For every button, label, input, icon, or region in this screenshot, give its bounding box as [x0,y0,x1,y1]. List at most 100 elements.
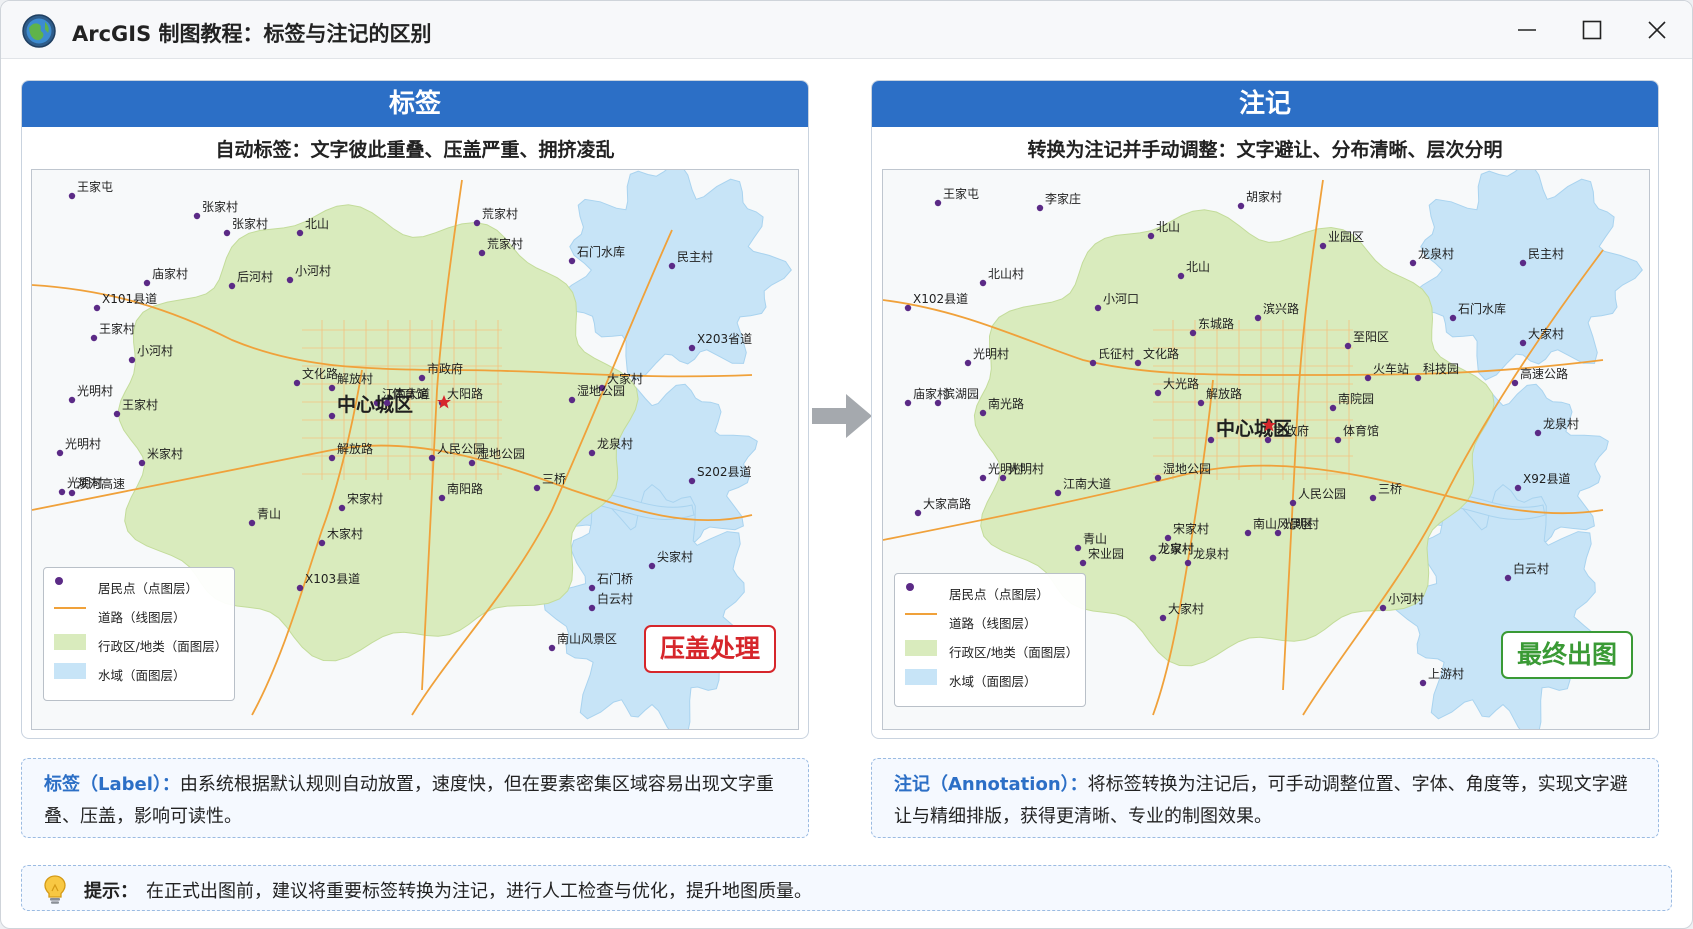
settlement-point [1154,389,1162,397]
map-label: 张家村 [232,216,268,231]
map-label: 龙泉村 [1543,417,1579,431]
map-label: 王家村 [99,321,135,336]
point-symbol-icon [906,583,914,591]
close-button[interactable] [1637,11,1677,49]
minimize-button[interactable] [1507,11,1547,49]
map-label: X103县道 [305,572,360,586]
map-label: 文化路 [302,366,338,381]
legend-label: 行政区/地类（面图层） [98,638,228,654]
settlement-point [979,279,987,287]
map-label: 南院园 [1338,391,1374,406]
map-label: 石门水库 [1458,301,1506,316]
map-label: 李家庄 [1045,191,1081,206]
label-map[interactable]: 王家屯 张家村 张家村 北山 小河村 后河村 庙家村 X101县道 王家村 小河村 王家村 光明村 光明… [31,169,799,730]
map-label: 庙家村 [152,266,188,281]
settlement-point [1244,529,1252,537]
legend-item: 水域（面图层） [54,663,186,685]
map-label: 南光路 [988,396,1024,411]
settlement-point [1164,534,1172,542]
annotation-description-head: 注记（Annotation）： [894,774,1088,795]
map-label: 光明村 [1008,462,1044,476]
label-description-head: 标签（Label）： [44,774,180,795]
legend-item: 行政区/地类（面图层） [905,640,1078,662]
map-label: 高速公路 [1520,366,1568,381]
legend-label: 道路（线图层） [949,615,1037,631]
settlement-point [418,374,426,382]
settlement-point [56,449,64,457]
label-panel-subtitle: 自动标签：文字彼此重叠、压盖严重、拥挤凌乱 [215,139,615,161]
map-label: 白云村 [1513,561,1549,576]
map-label: 石门水库 [577,244,625,259]
settlement-point [1189,329,1197,337]
map-label: 荒家村 [482,206,518,221]
settlement-point [93,304,101,312]
polygon-green-symbol-icon [905,640,937,656]
settlement-point [1449,314,1457,322]
settlement-point [1329,404,1337,412]
map-label: 文化路 [1143,346,1179,361]
settlement-point [1504,574,1512,582]
settlement-point [296,584,304,592]
map-label: 后河村 [237,270,273,284]
map-label: 滨兴路 [1263,301,1299,316]
annotation-panel-subtitle: 转换为注记并手动调整：文字避让、分布清晰、层次分明 [1027,139,1503,161]
map-label: 宋业园 [1088,546,1124,561]
settlement-point [914,509,922,517]
legend-item: 水域（面图层） [905,669,1037,691]
map-label: 光明村 [65,437,101,451]
map-label: 解放路 [1206,386,1242,401]
settlement-point [438,494,446,502]
map-label: 小河口 [1103,292,1139,306]
settlement-point [979,474,987,482]
settlement-point [1514,484,1522,492]
map-label: 体育馆 [392,386,428,401]
settlement-point [688,477,696,485]
settlement-point [1519,259,1527,267]
settlement-point [68,396,76,404]
polygon-blue-symbol-icon [54,663,86,679]
map-label: 龙泉村 [597,437,633,451]
maximize-button[interactable] [1572,11,1612,49]
settlement-point [964,359,972,367]
label-panel-header: 标签 [22,81,808,127]
map-label: 至阳区 [1353,330,1389,344]
map-label: 湿地公园 [1163,461,1211,476]
settlement-point [318,539,326,547]
settlement-point [1414,374,1422,382]
annotation-map[interactable]: 王家屯 李家庄 胡家村 北山 北山 北山村 X102县道 小河口 业园区 龙泉村 民主村 石门水库 大家… [882,169,1650,730]
settlement-point [1197,399,1205,407]
settlement-point [1154,474,1162,482]
settlement-point [193,212,201,220]
tip-label: 提示： [84,881,138,902]
map-label: 光明村 [973,347,1009,361]
settlement-point [548,644,556,652]
settlement-point [473,219,481,227]
legend-label: 水域（面图层） [98,667,186,683]
line-symbol-icon [905,613,937,615]
settlement-point [68,192,76,200]
map-label: 体育馆 [1343,423,1379,438]
title-bar: ArcGIS 制图教程：标签与注记的区别 [1,1,1692,59]
maximize-icon [1582,20,1602,40]
map-label: X203省道 [697,332,752,346]
map-label: 氏征村 [1098,347,1134,361]
map-label: 人民公园 [1298,487,1346,501]
map-label: 解放村 [337,371,373,386]
settlement-point [286,276,294,284]
settlement-point [1074,544,1082,552]
settlement-point [1089,359,1097,367]
settlement-point [478,249,486,257]
legend-label: 居民点（点图层） [949,586,1050,602]
settlement-point [1184,559,1192,567]
settlement-point [934,199,942,207]
settlement-point [58,488,66,496]
map-label: X101县道 [102,292,157,306]
settlement-point [979,409,987,417]
legend-item: 居民点（点图层） [54,576,198,598]
settlement-point [428,454,436,462]
map-label: 滨湖园 [943,386,979,401]
map-label: 小河村 [295,264,331,278]
map-label: 三桥 [1378,482,1402,496]
settlement-point [248,519,256,527]
settlement-point [1054,489,1062,497]
